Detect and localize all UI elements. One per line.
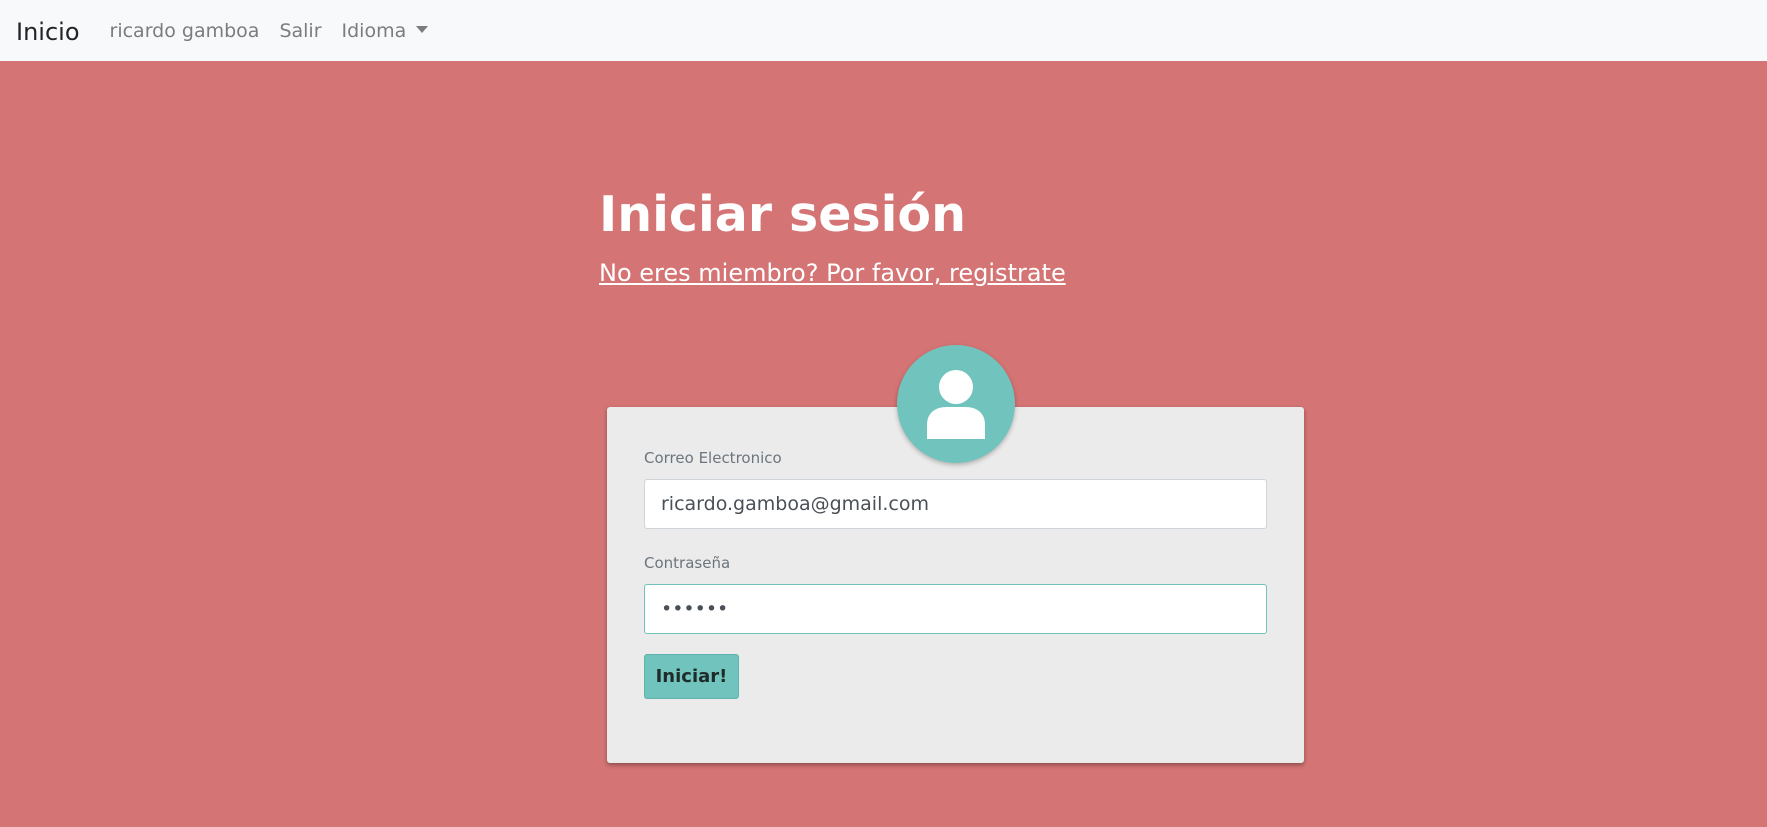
page-title: Iniciar sesión [599,186,966,243]
user-icon [927,370,985,439]
caret-down-icon [416,26,429,33]
brand-link[interactable]: Inicio [16,18,80,46]
language-dropdown-label: Idioma [341,19,407,42]
navbar: Inicio ricardo gamboa Salir Idioma [0,0,1767,61]
email-input[interactable] [644,479,1267,529]
avatar [897,345,1015,463]
language-dropdown[interactable]: Idioma [342,20,429,42]
nav-user-link[interactable]: ricardo gamboa [110,20,260,42]
submit-button[interactable]: Iniciar! [644,654,739,699]
email-label: Correo Electronico [644,449,782,467]
register-link[interactable]: No eres miembro? Por favor, registrate [599,259,1066,287]
nav-logout-link[interactable]: Salir [279,20,321,42]
password-input[interactable] [644,584,1267,634]
password-label: Contraseña [644,554,731,572]
